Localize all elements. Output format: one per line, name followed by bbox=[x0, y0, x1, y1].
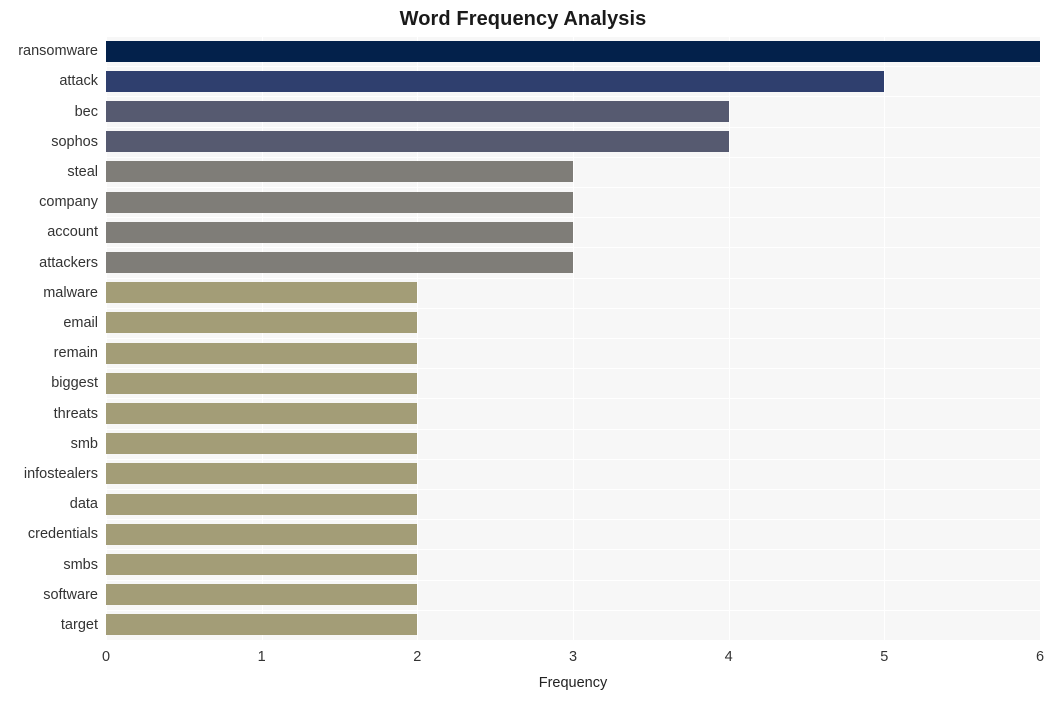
bar bbox=[106, 312, 418, 334]
bar bbox=[106, 221, 573, 243]
x-axis-tick-label: 6 bbox=[1035, 649, 1045, 665]
bar bbox=[106, 584, 418, 606]
bar bbox=[106, 161, 573, 183]
bar bbox=[106, 131, 729, 153]
y-axis-tick-labels: ransomware attack bec sophos steal company acc… bbox=[0, 36, 98, 640]
y-axis-tick-label: remain bbox=[53, 345, 98, 362]
bar bbox=[106, 493, 418, 515]
x-axis-tick-label: 1 bbox=[257, 649, 266, 665]
bar bbox=[106, 342, 418, 364]
y-axis-tick-label: sophos bbox=[51, 133, 98, 150]
bar bbox=[106, 372, 418, 394]
x-axis-tick-label: 2 bbox=[413, 649, 422, 665]
y-axis-tick-label: software bbox=[43, 586, 98, 603]
y-axis-tick-label: steal bbox=[67, 163, 98, 180]
y-axis-tick-label: smbs bbox=[63, 556, 98, 573]
y-axis-tick-label: email bbox=[63, 314, 98, 331]
chart-title: Word Frequency Analysis bbox=[399, 8, 647, 30]
bar bbox=[106, 191, 573, 213]
x-axis-title: Frequency bbox=[538, 675, 608, 691]
bar bbox=[106, 282, 418, 304]
y-axis-tick-label: ransomware bbox=[18, 43, 98, 60]
bar bbox=[106, 252, 573, 273]
y-axis-tick-label: account bbox=[47, 224, 98, 241]
bar bbox=[106, 614, 418, 636]
word-frequency-chart: Word Frequency Analysis ransomware attack… bbox=[0, 0, 1046, 701]
bar bbox=[106, 403, 418, 424]
y-axis-tick-label: infostealers bbox=[23, 465, 98, 482]
bar bbox=[106, 433, 418, 455]
y-axis-tick-label: attackers bbox=[39, 254, 98, 271]
y-axis-tick-label: attack bbox=[59, 73, 98, 90]
y-axis-tick-label: target bbox=[60, 616, 98, 633]
y-axis-tick-label: biggest bbox=[51, 375, 98, 392]
bar bbox=[106, 70, 885, 92]
plot-area bbox=[106, 36, 1040, 640]
bar bbox=[106, 101, 729, 122]
y-axis-tick-label: smb bbox=[70, 435, 98, 452]
bar bbox=[106, 554, 418, 575]
y-axis-tick-label: threats bbox=[53, 405, 98, 422]
y-axis-tick-label: bec bbox=[74, 103, 98, 120]
x-axis-tick-label: 5 bbox=[880, 649, 889, 665]
bars-container bbox=[106, 36, 1040, 640]
x-axis-tick-labels: 0 1 2 3 4 5 6 bbox=[0, 648, 1046, 670]
y-axis-tick-label: malware bbox=[43, 284, 98, 301]
y-axis-tick-label: data bbox=[69, 496, 98, 513]
x-axis-tick-label: 0 bbox=[101, 649, 111, 665]
x-axis-tick-label: 3 bbox=[568, 649, 578, 665]
y-axis-tick-label: company bbox=[39, 194, 98, 211]
y-axis-tick-label: credentials bbox=[27, 526, 98, 543]
bar bbox=[106, 463, 418, 485]
bar bbox=[106, 40, 1040, 62]
x-axis-tick-label: 4 bbox=[724, 649, 733, 665]
bar bbox=[106, 523, 418, 545]
